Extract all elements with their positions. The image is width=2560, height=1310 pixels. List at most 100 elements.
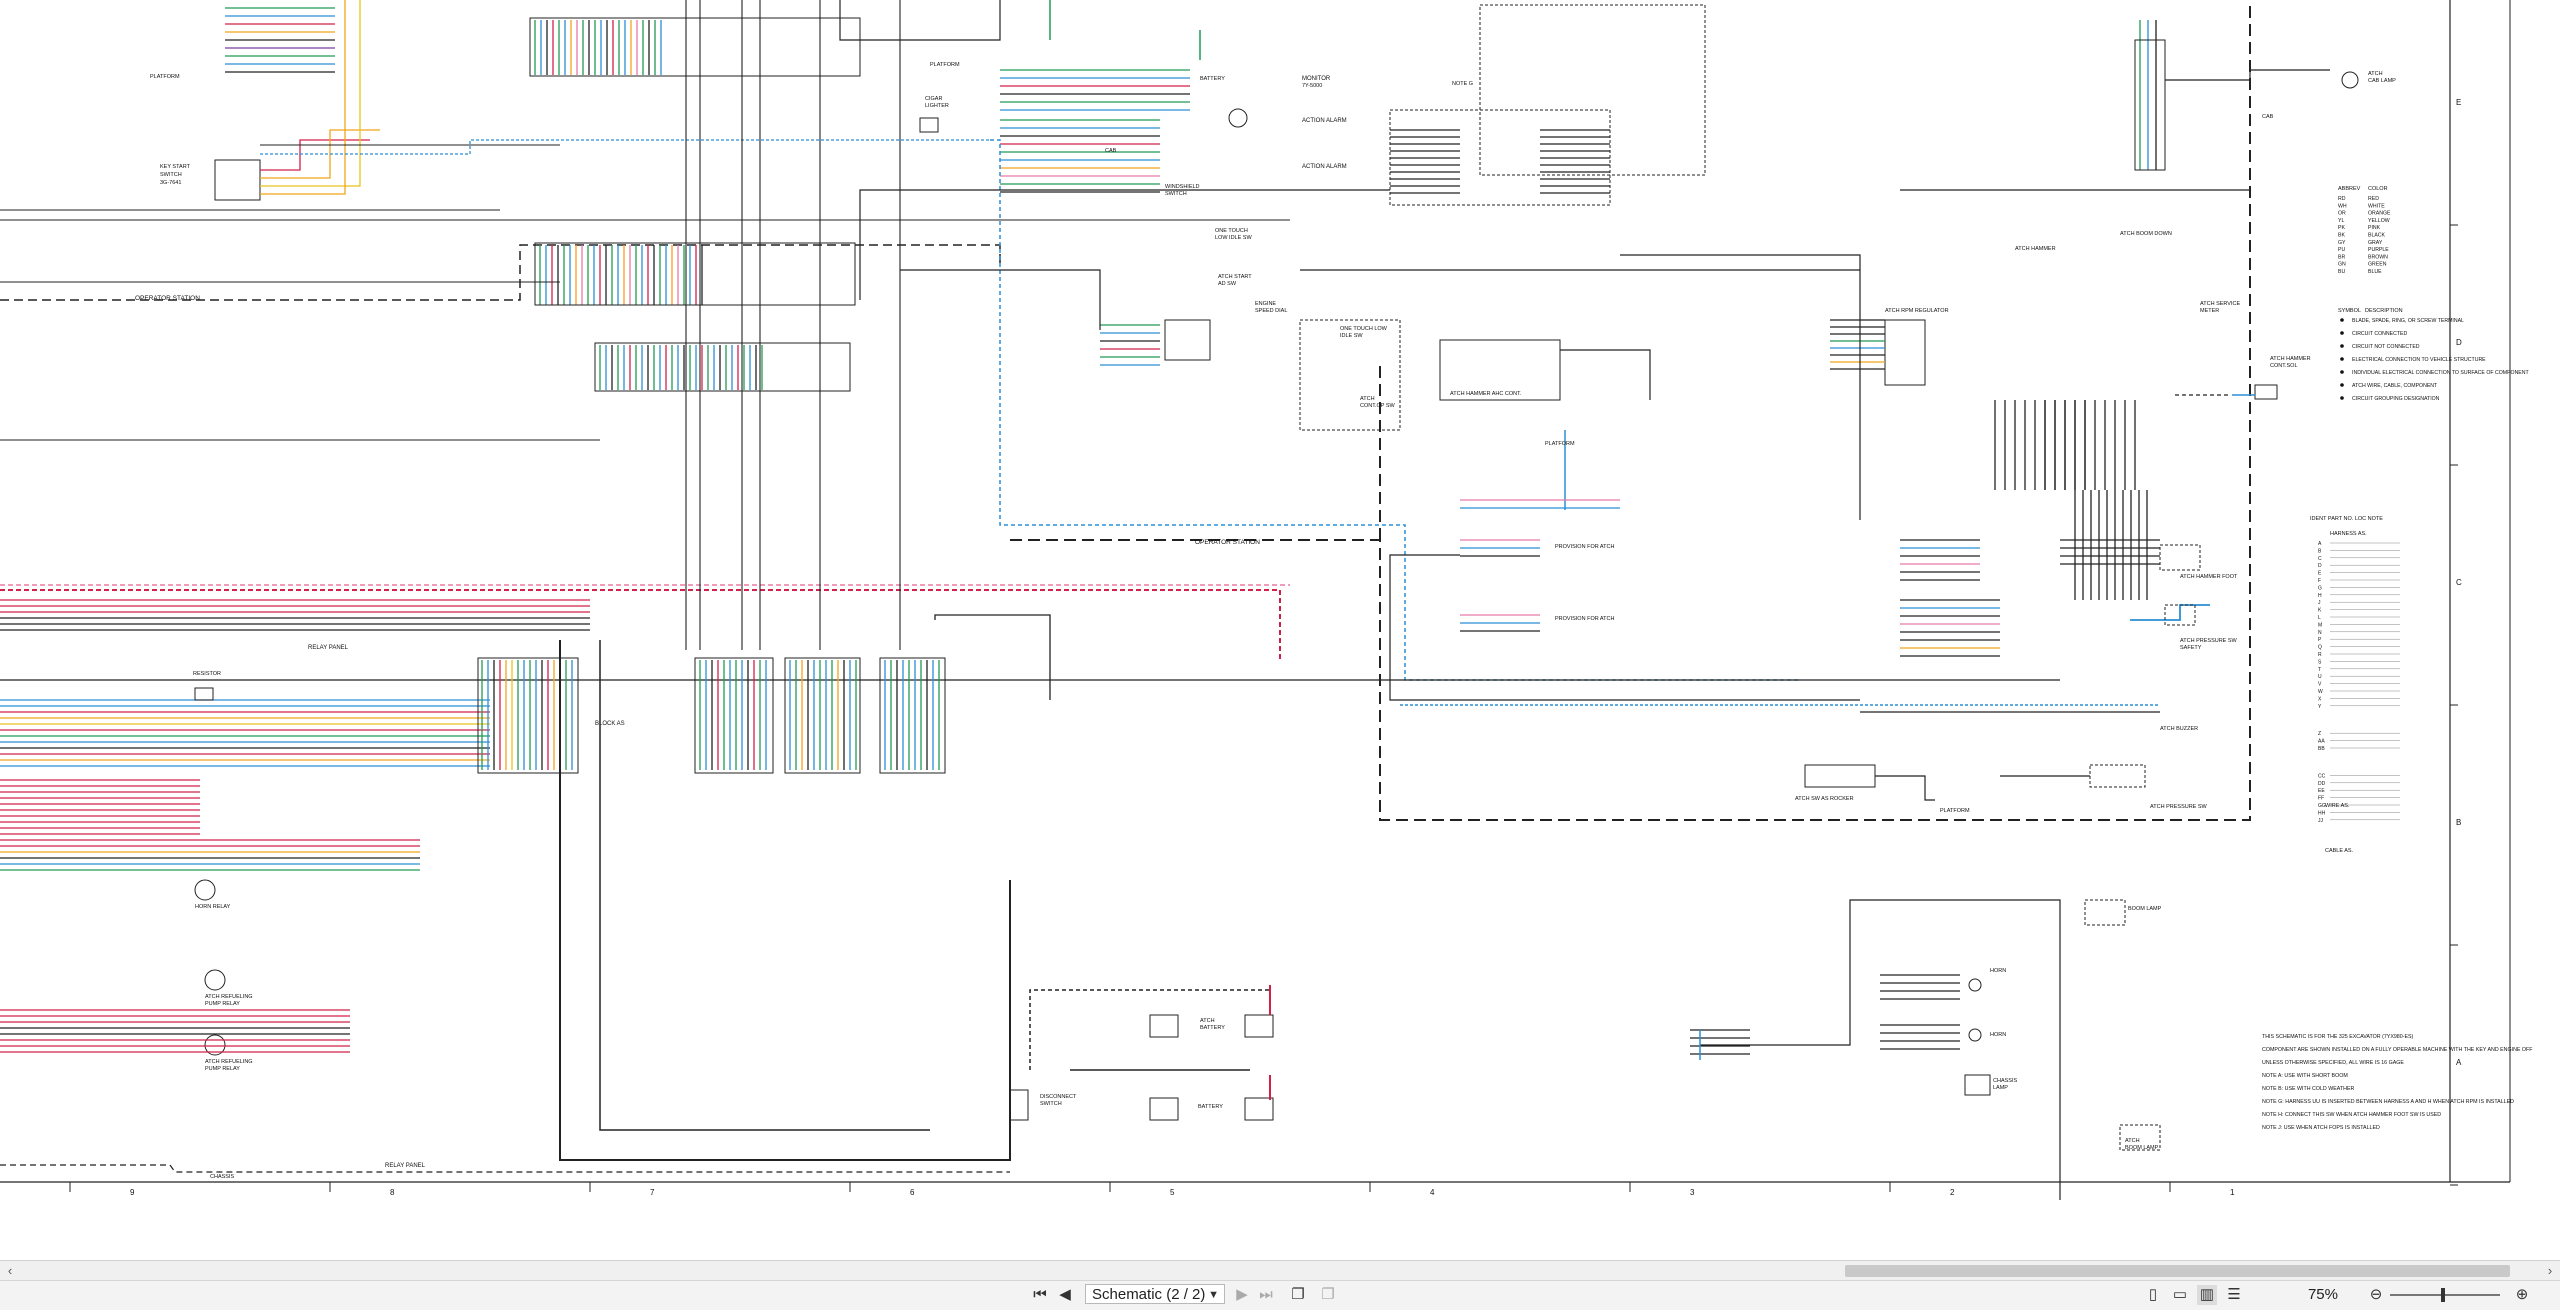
- connector-block: [594, 342, 851, 392]
- cab-lamp-label: CAB LAMP: [2368, 78, 2396, 84]
- legend-abbrev: BK: [2338, 233, 2345, 239]
- note-box: [1479, 4, 1706, 176]
- grid-label: 7: [650, 1188, 655, 1197]
- rpm-label: ATCH RPM REGULATOR: [1885, 308, 1949, 314]
- provision-label: PROVISION FOR ATCH: [1555, 544, 1615, 550]
- harness-wire: [2130, 604, 2210, 621]
- legend-symbol-icon: [2340, 396, 2344, 400]
- first-page-button[interactable]: ⏮: [1030, 1285, 1050, 1305]
- two-page-view-icon[interactable]: ▥: [2197, 1285, 2217, 1305]
- grid-label: C: [2456, 578, 2462, 587]
- scroll-left-icon[interactable]: ‹: [0, 1261, 20, 1281]
- relay-label: ATCH REFUELING: [205, 1059, 253, 1065]
- legend-color: BLUE: [2368, 269, 2382, 275]
- relay-label: ATCH REFUELING: [205, 994, 253, 1000]
- boom-down-label: ATCH BOOM DOWN: [2120, 231, 2172, 237]
- fit-page-icon[interactable]: ❐: [1288, 1285, 1308, 1305]
- harness-row: X: [2318, 696, 2322, 702]
- one-touch-low-label: IDLE SW: [1340, 333, 1363, 339]
- previous-page-button[interactable]: ◀: [1055, 1285, 1075, 1305]
- legend-abbrev: WH: [2338, 203, 2347, 209]
- harness-row: S: [2318, 659, 2322, 665]
- harness-row: JJ: [2318, 818, 2324, 824]
- horizontal-scrollbar[interactable]: ‹ ›: [0, 1260, 2560, 1281]
- relay-panel-boundary: [0, 1164, 1010, 1173]
- grid-label: D: [2456, 338, 2462, 347]
- battery: [1244, 1097, 1274, 1121]
- page-selector[interactable]: Schematic (2 / 2) ▼: [1085, 1284, 1225, 1304]
- legend-abbrev: BR: [2338, 254, 2345, 260]
- legend-header: COLOR: [2368, 186, 2388, 192]
- legend-header: DESCRIPTION: [2365, 308, 2403, 314]
- chassis-lamp-label: CHASSIS: [1993, 1078, 2017, 1084]
- cigar-label: CIGAR: [925, 96, 942, 102]
- schematic-note: NOTE G: HARNESS UU IS INSERTED BETWEEN H…: [2262, 1099, 2514, 1105]
- platform-label: PLATFORM: [1545, 441, 1575, 447]
- harness-row: M: [2318, 622, 2322, 628]
- legend-abbrev: BU: [2338, 269, 2345, 275]
- harness-row: DD: [2318, 781, 2326, 787]
- harness-wire: [839, 0, 1001, 41]
- battery-label: BATTERY: [1200, 76, 1225, 82]
- cab-label: CAB: [2262, 114, 2274, 120]
- grid-label: E: [2456, 98, 2461, 107]
- key-start-label: 3G-7641: [160, 180, 181, 186]
- fit-width-icon[interactable]: ❐: [1318, 1285, 1338, 1305]
- zoom-slider-knob[interactable]: [2441, 1288, 2445, 1302]
- schematic-note: THIS SCHEMATIC IS FOR THE 325 EXCAVATOR …: [2262, 1034, 2414, 1040]
- scroll-right-icon[interactable]: ›: [2540, 1261, 2560, 1281]
- engine-speed-control: [1884, 319, 1926, 386]
- platform-label: PLATFORM: [1940, 808, 1970, 814]
- schematic-note: NOTE B: USE WITH COLD WEATHER: [2262, 1086, 2354, 1092]
- harness-row: EE: [2318, 788, 2325, 794]
- one-touch-low-label: ONE TOUCH LOW: [1340, 326, 1388, 332]
- schematic-canvas[interactable]: 9 8 7 6 5 4 3 2 1 E D C B A OPERATOR STATION OPERATOR S…: [0, 0, 2560, 1260]
- harness-row: F: [2318, 578, 2321, 584]
- pressure-sw: [2089, 764, 2146, 788]
- harness-row: L: [2318, 615, 2321, 621]
- battery-label: ATCH: [1200, 1018, 1215, 1024]
- zoom-in-icon[interactable]: ⊕: [2512, 1285, 2532, 1305]
- harness-wire: [1875, 775, 1935, 801]
- grid-label: 3: [1690, 1188, 1695, 1197]
- legend-abbrev: PK: [2338, 225, 2345, 231]
- legend-color: RED: [2368, 196, 2379, 202]
- single-page-view-icon[interactable]: ▯: [2143, 1285, 2163, 1305]
- last-page-button[interactable]: ⏭: [1256, 1285, 1276, 1305]
- boom-lamp-label: BOOM LAMP: [2128, 906, 2162, 912]
- relay-label: PUMP RELAY: [205, 1001, 240, 1007]
- zoom-level: 75%: [2307, 1286, 2338, 1303]
- continuous-view-icon[interactable]: ▭: [2170, 1285, 2190, 1305]
- harness-title: WIRE AS.: [2325, 803, 2350, 809]
- operator-station-boundary: [1010, 0, 2251, 821]
- legend-color: PINK: [2368, 225, 2381, 231]
- disconnect-label: DISCONNECT: [1040, 1094, 1077, 1100]
- battery: [1244, 1014, 1274, 1038]
- rocker-switch: [1804, 764, 1876, 788]
- harness-wire: [1389, 554, 1860, 701]
- scrollbar-thumb[interactable]: [1845, 1265, 2510, 1277]
- grid-label: 2: [1950, 1188, 1955, 1197]
- viewer-status-bar: ⏮ ◀ Schematic (2 / 2) ▼ ▶ ⏭ ❐ ❐ ▯ ▭ ▥ ☰ …: [0, 1280, 2560, 1310]
- harness-row: G: [2318, 585, 2322, 591]
- legend-header: SYMBOL: [2338, 308, 2361, 314]
- hammer-foot-label: ATCH HAMMER FOOT: [2180, 574, 2238, 580]
- next-page-button[interactable]: ▶: [1232, 1285, 1252, 1305]
- zoom-out-icon[interactable]: ⊖: [2366, 1285, 2386, 1305]
- legend-color: BLACK: [2368, 233, 2386, 239]
- cab-label: CAB: [1105, 148, 1117, 154]
- hammer-sol-label: CONT.SOL: [2270, 363, 2298, 369]
- grid-label: 4: [1430, 1188, 1435, 1197]
- harness-row: Z: [2318, 731, 2321, 737]
- scroll-view-icon[interactable]: ☰: [2224, 1285, 2244, 1305]
- legend-symbol-text: BLADE, SPADE, RING, OR SCREW TERMINAL: [2352, 318, 2464, 324]
- engine-speed-label: ENGINE: [1255, 301, 1276, 307]
- legend-abbrev: GN: [2338, 262, 2346, 268]
- horn-label: HORN: [1990, 968, 2006, 974]
- cab-lamp-label: ATCH: [2368, 71, 2383, 77]
- cigar-label: LIGHTER: [925, 103, 949, 109]
- hammer-foot-sw: [2159, 544, 2201, 571]
- harness-row: R: [2318, 652, 2322, 658]
- atch-start-label: AD SW: [1218, 281, 1237, 287]
- zoom-slider[interactable]: [2390, 1288, 2500, 1302]
